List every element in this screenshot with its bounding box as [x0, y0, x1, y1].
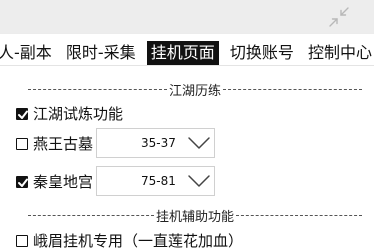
trial-checkbox[interactable] [16, 107, 28, 120]
section-header-assist: 挂机辅助功能 [0, 206, 374, 225]
divider-line [28, 215, 154, 216]
emei-checkbox[interactable] [16, 234, 28, 247]
chevron-down-icon [188, 137, 210, 149]
qinhuang-level-select[interactable]: 75-81 [96, 166, 215, 196]
tab-divider [0, 65, 374, 66]
tab-bar: 人-副本 限时-采集 挂机页面 切换账号 控制中心 [0, 41, 374, 65]
collapse-arrows-icon[interactable] [328, 6, 350, 28]
qinhuang-label: 秦皇地宫 [33, 173, 94, 191]
yanwang-checkbox[interactable] [16, 137, 28, 150]
section-header-jianghu: 江湖历练 [0, 80, 374, 99]
divider-line [28, 89, 167, 90]
divider-line [236, 215, 363, 216]
option-yanwang[interactable]: 燕王古墓 [16, 133, 93, 154]
check-icon [18, 178, 28, 187]
tab-idle-page[interactable]: 挂机页面 [146, 41, 219, 65]
tab-timed-gathering[interactable]: 限时-采集 [63, 41, 139, 65]
qinhuang-checkbox[interactable] [16, 175, 28, 188]
yanwang-level-select[interactable]: 35-37 [96, 128, 215, 158]
select-value: 75-81 [141, 174, 176, 188]
option-emei[interactable]: 峨眉挂机专用（一直莲花加血） [16, 230, 243, 249]
chevron-down-icon [188, 175, 210, 187]
window-header [0, 0, 374, 34]
option-trial[interactable]: 江湖试炼功能 [16, 103, 123, 124]
yanwang-label: 燕王古墓 [33, 135, 94, 153]
option-qinhuang[interactable]: 秦皇地宫 [16, 171, 93, 192]
divider-line [223, 89, 363, 90]
check-icon [18, 110, 28, 119]
section-title: 江湖历练 [169, 84, 222, 99]
tab-switch-account[interactable]: 切换账号 [227, 41, 297, 65]
emei-label: 峨眉挂机专用（一直莲花加血） [33, 232, 244, 249]
trial-label: 江湖试炼功能 [33, 105, 124, 123]
tab-control-center[interactable]: 控制中心 [305, 41, 374, 65]
select-value: 35-37 [141, 136, 176, 150]
section-title: 挂机辅助功能 [156, 210, 235, 225]
tab-dungeon[interactable]: 人-副本 [0, 41, 55, 65]
